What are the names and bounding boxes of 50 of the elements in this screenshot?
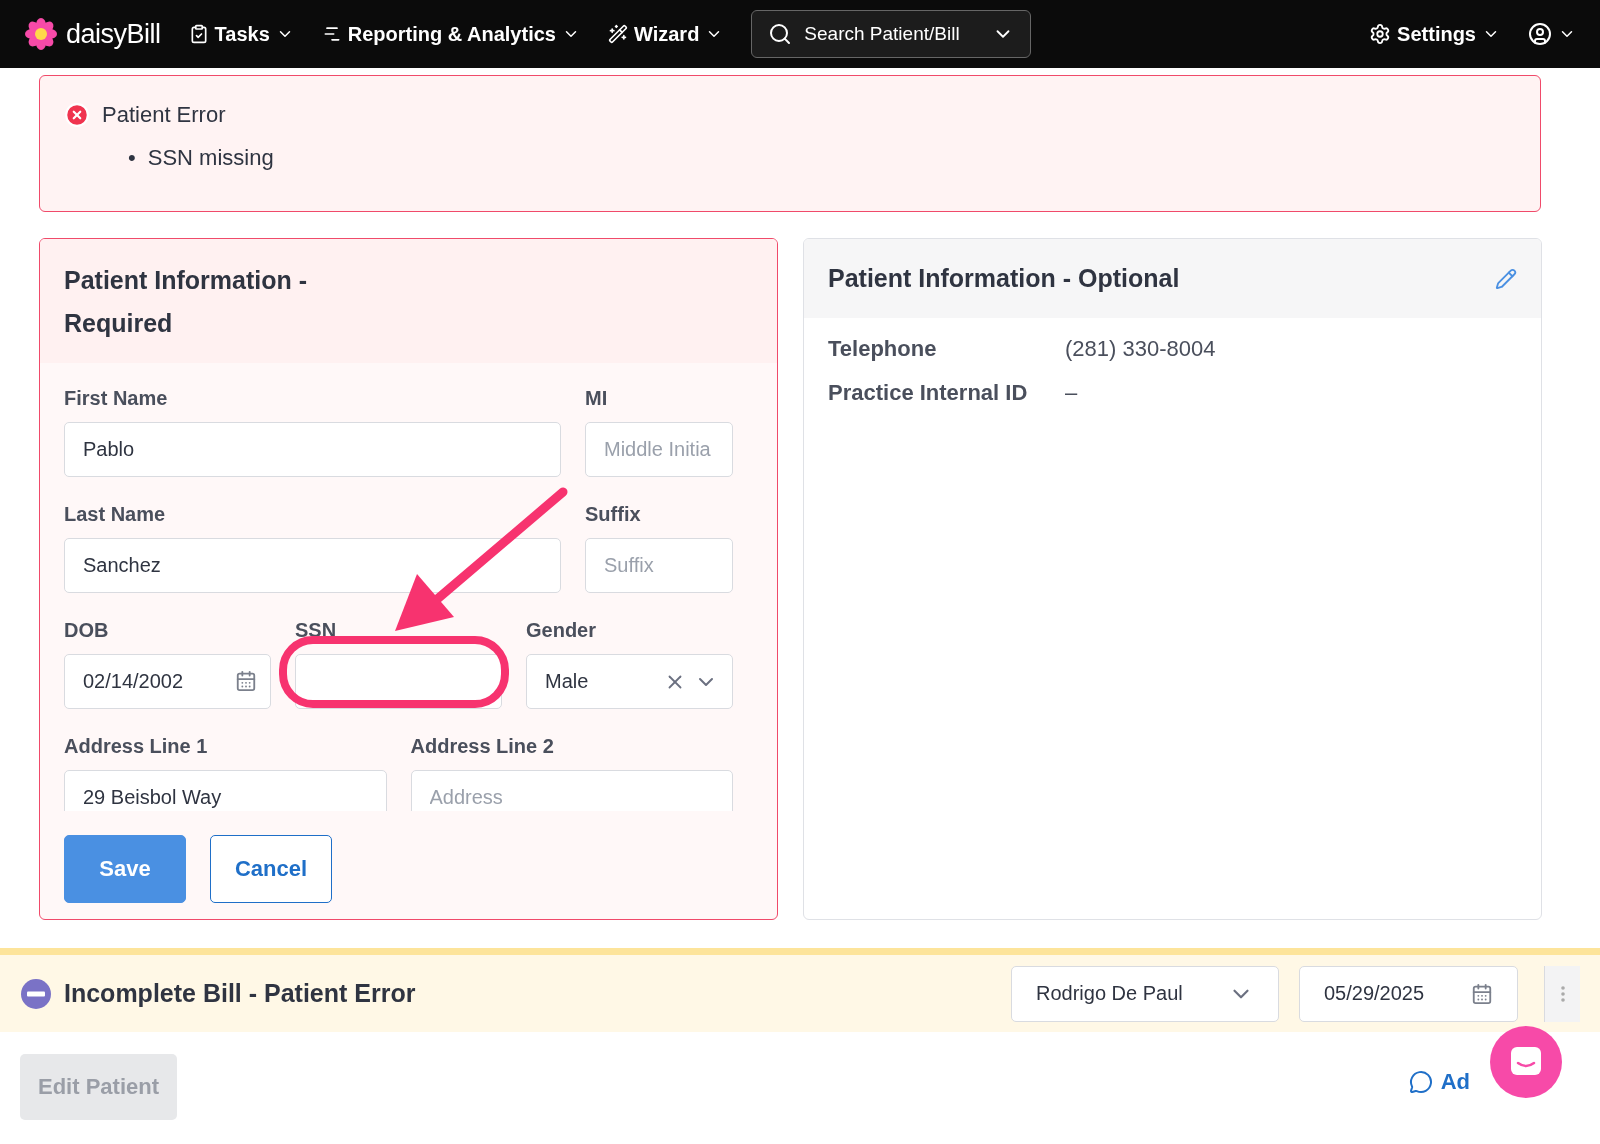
field-label: First Name	[64, 387, 169, 410]
error-item: SSN missing	[147, 144, 274, 172]
settings-icon	[1369, 23, 1392, 45]
edit-icon[interactable]	[1495, 267, 1517, 290]
calendar-icon	[1471, 982, 1493, 1005]
input-field[interactable]: Pablo	[64, 422, 561, 477]
error-title: Patient Error	[102, 102, 226, 128]
field-label: Suffix	[585, 503, 642, 526]
settings-menu[interactable]: Settings	[1369, 22, 1500, 46]
field-label: DOB	[64, 619, 110, 642]
date-field[interactable]: 05/29/2025	[1299, 965, 1518, 1022]
field-label: SSN	[295, 619, 338, 642]
magic-wand-icon	[607, 24, 628, 44]
add-note-link[interactable]: Ad	[1408, 1069, 1470, 1095]
nav-menu[interactable]: Reporting & Analytics	[321, 22, 580, 46]
error-icon	[64, 102, 90, 128]
card-title: Patient Information - Required	[64, 265, 309, 339]
bill-status-title: Incomplete Bill - Patient Error	[64, 979, 417, 1008]
info-value: –	[1065, 380, 1079, 406]
bullet: •	[128, 144, 136, 172]
info-value: (281) 330-8004	[1065, 336, 1217, 362]
logo[interactable]: daisyBill	[24, 17, 161, 51]
cancel-button[interactable]: Cancel	[210, 835, 332, 903]
input-field[interactable]: Address	[410, 770, 733, 811]
logo-text: daisyBill	[66, 18, 161, 50]
minus-circle-icon	[20, 977, 52, 1010]
date-field[interactable]: 02/14/2002	[64, 654, 271, 709]
nav-menu[interactable]: Wizard	[607, 22, 724, 46]
field-label: Address Line 1	[64, 735, 209, 758]
search-icon	[768, 22, 793, 46]
field-label: Address Line 2	[410, 735, 555, 758]
flower-icon	[24, 17, 58, 51]
input-field[interactable]: Suffix	[585, 538, 733, 593]
field-label: MI	[585, 387, 609, 410]
input-field[interactable]: Sanchez	[64, 538, 561, 593]
comment-icon	[1408, 1070, 1433, 1094]
provider-select[interactable]: Rodrigo De Paul	[1011, 965, 1279, 1022]
user-icon	[1528, 22, 1552, 46]
input-field[interactable]: Middle Initia	[585, 422, 733, 477]
info-label: Practice Internal ID	[828, 380, 1029, 406]
search-button[interactable]: Search Patient/Bill	[751, 10, 1032, 58]
calendar-icon[interactable]	[235, 670, 257, 692]
info-label: Telephone	[828, 336, 938, 362]
more-icon	[1560, 985, 1565, 1002]
select-field[interactable]: Male	[526, 654, 733, 709]
field-label: Last Name	[64, 503, 167, 526]
card-title: Patient Information - Optional	[828, 263, 1180, 294]
field-label: Gender	[526, 619, 598, 642]
nav-menu[interactable]: Tasks	[188, 22, 294, 46]
input-field[interactable]: 29 Beisbol Way	[64, 770, 387, 811]
